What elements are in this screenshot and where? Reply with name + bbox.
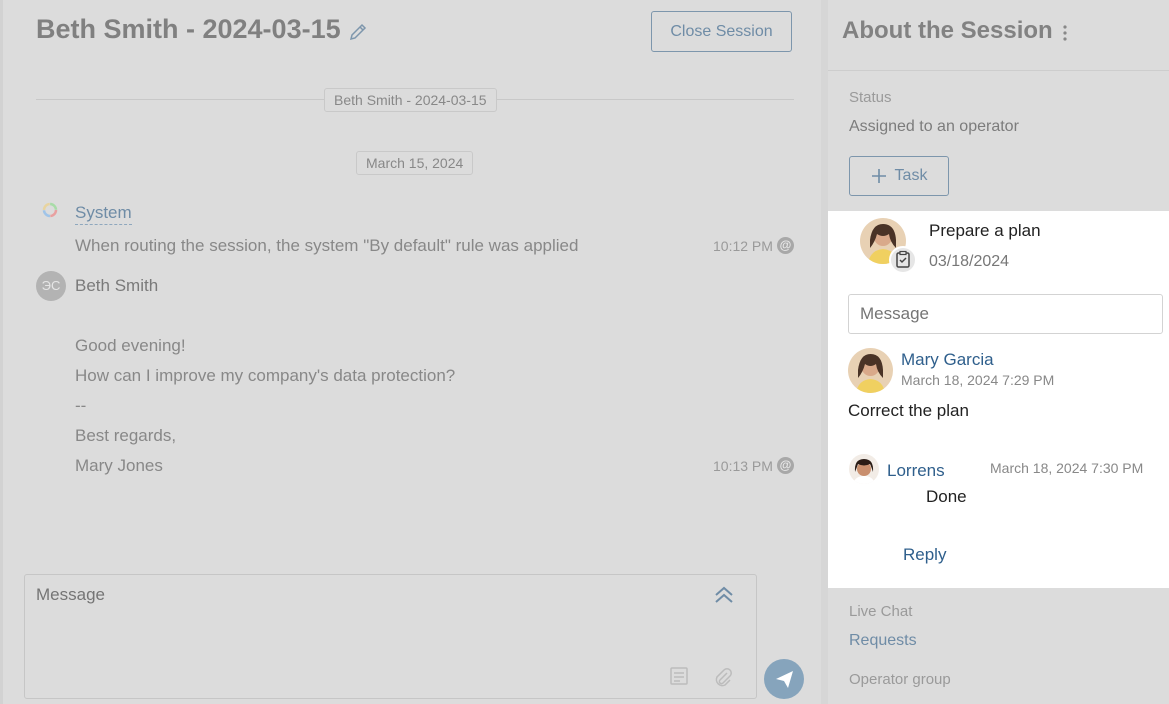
at-icon: @ [776,457,794,474]
at-icon: @ [776,237,794,254]
message-composer [24,574,757,699]
side-title: About the Session [842,17,1053,44]
close-session-button[interactable]: Close Session [651,11,792,52]
live-chat-label: Live Chat [849,603,913,620]
chat-panel: Beth Smith - 2024-03-15 Close Session Be… [0,0,821,704]
comment-text: Done [926,487,967,506]
page-title: Beth Smith - 2024-03-15 [36,14,369,45]
message-time-text: 10:13 PM [713,457,773,474]
message-time: 10:13 PM @ [713,457,794,474]
avatar [848,348,893,393]
live-chat-link[interactable]: Requests [849,632,917,650]
task-badge-icon [889,246,917,274]
comment-time: March 18, 2024 7:29 PM [901,372,1055,388]
system-logo-icon [41,201,59,219]
reply-link[interactable]: Reply [903,545,946,565]
status-value: Assigned to an operator [849,118,1019,135]
system-message-text: When routing the session, the system "By… [75,236,579,255]
comment-author[interactable]: Lorrens [887,461,945,481]
date-pill: March 15, 2024 [356,151,474,175]
message-line: Best regards, [75,426,177,445]
message-time: 10:12 PM @ [713,237,794,254]
plus-icon [871,169,886,183]
more-menu-icon[interactable] [1058,22,1072,44]
message-input[interactable] [36,585,676,605]
side-header: About the Session [828,0,1169,71]
send-button[interactable] [764,659,804,699]
message-line: How can I improve my company's data prot… [75,366,456,385]
avatar: ЭС [36,271,66,301]
sender-name: Beth Smith [75,276,159,295]
template-icon[interactable] [670,667,688,685]
send-icon [776,671,793,688]
operator-group-label: Operator group [849,671,951,688]
sender-system[interactable]: System [75,203,132,225]
status-label: Status [849,89,892,106]
task-date: 03/18/2024 [929,253,1010,270]
session-title: Beth Smith - 2024-03-15 [36,14,341,44]
paperclip-icon[interactable] [713,667,733,687]
task-card: Prepare a plan 03/18/2024 Mary Garcia Ma… [828,211,1169,588]
task-name[interactable]: Prepare a plan [929,221,1041,241]
message-line: Mary Jones [75,456,163,475]
expand-icon[interactable] [712,583,736,607]
add-task-label: Task [894,167,928,184]
add-task-button[interactable]: Task [849,156,949,196]
comment-text: Correct the plan [848,401,969,420]
message-time-text: 10:12 PM [713,237,773,254]
message-line: -- [75,396,87,415]
comment-time: March 18, 2024 7:30 PM [990,460,1144,476]
message-line: Good evening! [75,336,186,355]
pencil-icon[interactable] [347,19,369,41]
comment-author[interactable]: Mary Garcia [901,350,994,370]
session-pill: Beth Smith - 2024-03-15 [324,88,497,112]
avatar [849,454,879,484]
task-message-input[interactable] [848,294,1163,334]
